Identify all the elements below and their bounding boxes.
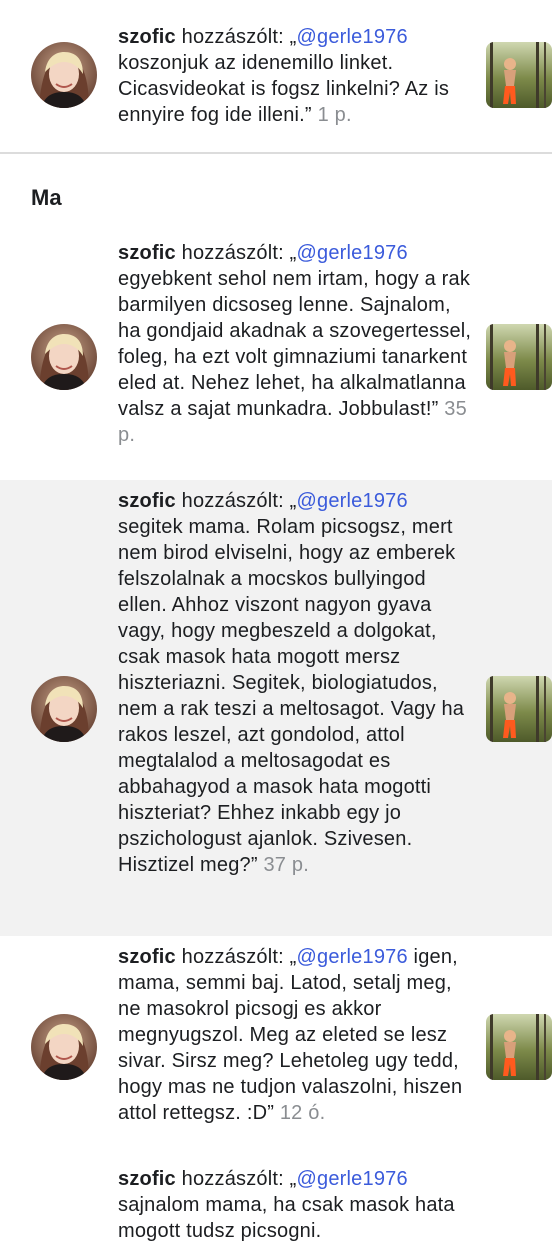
notification-item[interactable]: szofic hozzászólt: „@gerle1976 egyebkent… <box>0 232 552 480</box>
avatar[interactable] <box>31 676 97 742</box>
comment-body: sajnalom mama, ha csak masok hata mogott… <box>118 1194 455 1242</box>
timestamp: 37 p. <box>263 854 309 876</box>
notification-text: szofic hozzászólt: „@gerle1976 egyebkent… <box>118 240 478 448</box>
timestamp: 12 ó. <box>279 1102 326 1124</box>
comment-body: segitek mama. Rolam picsogsz, mert nem b… <box>118 516 465 876</box>
notification-text: szofic hozzászólt: „@gerle1976 koszonjuk… <box>118 24 478 128</box>
mention-link[interactable]: @gerle1976 <box>297 490 408 512</box>
username[interactable]: szofic <box>118 490 176 512</box>
mention-link[interactable]: @gerle1976 <box>297 26 408 48</box>
username[interactable]: szofic <box>118 946 176 968</box>
avatar[interactable] <box>31 42 97 108</box>
comment-verb: hozzászólt: „ <box>175 242 297 264</box>
timestamp: 1 p. <box>317 104 352 126</box>
comment-verb: hozzászólt: „ <box>175 1168 297 1190</box>
comment-verb: hozzászólt: „ <box>175 490 297 512</box>
username[interactable]: szofic <box>118 26 176 48</box>
username[interactable]: szofic <box>118 1168 176 1190</box>
username[interactable]: szofic <box>118 242 176 264</box>
mention-link[interactable]: @gerle1976 <box>297 242 408 264</box>
post-thumbnail[interactable] <box>486 42 552 108</box>
section-title: Ma <box>31 185 62 210</box>
notification-text: szofic hozzászólt: „@gerle1976 segitek m… <box>118 488 478 878</box>
mention-link[interactable]: @gerle1976 <box>297 946 408 968</box>
notification-item[interactable]: szofic hozzászólt: „@gerle1976 koszonjuk… <box>0 0 552 152</box>
comment-verb: hozzászólt: „ <box>175 946 297 968</box>
divider <box>0 152 552 154</box>
post-thumbnail[interactable] <box>486 676 552 742</box>
notification-item[interactable]: szofic hozzászólt: „@gerle1976 sajnalom … <box>0 1158 552 1248</box>
post-thumbnail[interactable] <box>486 1014 552 1080</box>
avatar[interactable] <box>31 1014 97 1080</box>
post-thumbnail[interactable] <box>486 324 552 390</box>
notification-item[interactable]: szofic hozzászólt: „@gerle1976 segitek m… <box>0 480 552 936</box>
notification-text: szofic hozzászólt: „@gerle1976 sajnalom … <box>118 1166 478 1244</box>
notifications-page: szofic hozzászólt: „@gerle1976 koszonjuk… <box>0 0 552 1248</box>
notification-text: szofic hozzászólt: „@gerle1976 igen, mam… <box>118 944 478 1126</box>
notification-item[interactable]: szofic hozzászólt: „@gerle1976 igen, mam… <box>0 936 552 1158</box>
comment-body: egyebkent sehol nem irtam, hogy a rak ba… <box>118 268 472 420</box>
comment-body: igen, mama, semmi baj. Latod, setalj meg… <box>118 946 463 1124</box>
mention-link[interactable]: @gerle1976 <box>297 1168 408 1190</box>
comment-verb: hozzászólt: „ <box>175 26 297 48</box>
avatar[interactable] <box>31 324 97 390</box>
comment-body: koszonjuk az idenemillo linket. Cicasvid… <box>118 52 450 126</box>
